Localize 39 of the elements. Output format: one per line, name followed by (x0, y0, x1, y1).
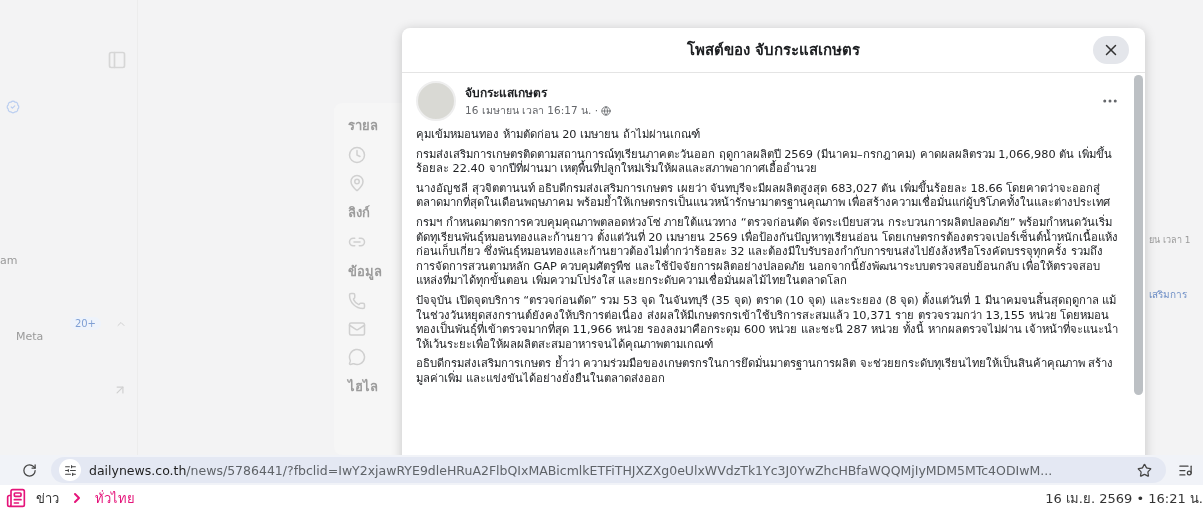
breadcrumb-link[interactable]: ทั่วไทย (95, 487, 135, 509)
sidebar-text: am (0, 254, 19, 267)
panel-icon (107, 50, 127, 70)
bookmark-star-icon[interactable] (1137, 462, 1152, 478)
post-paragraph: กรมส่งเสริมการเกษตรติดตามสถานการณ์ทุเรียนภาคตะวันออก ฤดูกาลผลิตปี 2569 (มีนาคม–กรกฎาคม) คาดผลผลิตรวม 1,066,980 ตัน เพิ่มขึ้นร้อยละ 22.40 จากปีที่ผ่านมา เหตุพื้นที่ปลูกใหม่เริ่มให้ผลและสภาพอากาศเอื้ออำนวย (416, 147, 1113, 177)
post-time: ยน เวลา 1 (1149, 234, 1192, 247)
chat-icon (348, 348, 366, 366)
post-paragraph: กรมฯ กำหนดมาตรการควบคุมคุณภาพตลอดห่วงโซ่ ภายใต้แนวทาง “ตรวจก่อนตัด จัดระเบียบสวน กระบวนการผลิตปลอดภัย” พร้อมกำหนดวันเริ่มตัดทุเรียนพันธุ์หมอนทองและก้านยาว ตั้งแต่วันที่ 20 เมษายน 2569 เพื่อป้องกันปัญหาทุเรียนอ่อน โดยเกษตรกรต้องตรวจเปอร์เซ็นต์น้ำหนักเนื้อแห้งก่อนเก็บเกี่ยว ซึ่งพันธุ์หมอนทองและก้านยาวต้องไม่ต่ำกว่าร้อยละ 32 และต้องมีใบรับรองกำกับการขนส่งไปยังล้งหรือโรงคัดบรรจุทุกครั้ง รวมถึงการจัดการสวนตามหลัก GAP ควบคุมศัตรูพืช และใช้ปัจจัยการผลิตอย่างปลอดภัย นอกจากนี้ยังพัฒนาระบบตรวจสอบย้อนกลับ เพื่อให้ตรวจสอบแหล่งที่มาได้ทุกขั้นตอน เพิ่มความโปร่งใส และยกระดับความเชื่อมั่นผลไม้ไทยในตลาดโลก (416, 215, 1119, 289)
url-text: dailynews.co.th/news/5786441/?fbclid=IwY2xjawRYE9dleHRuA2FlbQIxMABicmlkETFiTHJXZXg0eUlxWVdzTk1Yc3J0YwZhcHBfaWQQMjIyMDM5MTc4ODIwM... (89, 462, 1054, 478)
pin-icon (348, 174, 366, 192)
count-badge: 20+ (69, 317, 101, 330)
site-settings-button[interactable] (59, 459, 81, 481)
mail-icon (348, 320, 366, 338)
sliders-icon (63, 463, 77, 477)
section-title: ไฮไล (348, 378, 379, 396)
section-title: ข้อมูล (348, 263, 383, 282)
list-icon[interactable] (1178, 462, 1193, 478)
breadcrumb-link[interactable]: ข่าว (36, 487, 59, 509)
post-paragraph: อธิบดีกรมส่งเสริมการเกษตร ย้ำว่า ความร่วมมือของเกษตรกรในการยึดมั่นมาตรฐานการผลิต จะช่วยยกระดับทุเรียนไทยให้เป็นสินค้าคุณภาพ สร้างมูลค่าเพิ่ม และแข่งขันได้อย่างยั่งยืนในตลาดส่งออก (416, 357, 1115, 387)
publish-date: 16 เม.ย. 2569 • 16:21 น. (1045, 489, 1203, 508)
phone-icon (348, 292, 366, 310)
post-paragraph: นางอัญชลี สุวจิตตานนท์ อธิบดีกรมส่งเสริมการเกษตร เผยว่า จันทบุรีจะมีผลผลิตสูงสุด 683,027 ตัน เพิ่มขึ้นร้อยละ 18.66 โดยคาดว่าจะออกสู่ตลาดมากที่สุดในเดือนพฤษภาคม พร้อมย้ำให้เกษตรกรเป็นแนวหน้ารักษามาตรฐานคุณภาพ เพื่อสร้างความเชื่อมั่นแก่ผู้บริโภคทั้งในและต่างประเทศ (416, 181, 1112, 211)
close-button[interactable] (1093, 36, 1129, 64)
section-title: ลิงก์ (348, 204, 371, 222)
address-bar[interactable]: dailynews.co.th/news/5786441/?fbclid=IwY2xjawRYE9dleHRuA2FlbQIxMABicmlkETFiTHJXZXg0eUlxWVdzTk1Yc3J0YwZhcHBfaWQQMjIyMDM5MTc4ODIwM... (51, 457, 1166, 483)
post-text: เสริมการ (1149, 288, 1188, 302)
news-icon (6, 488, 26, 508)
clock-icon (348, 146, 366, 164)
dialog-title: โพสต์ของ จับกระแสเกษตร (686, 40, 861, 61)
globe-icon (601, 105, 611, 116)
section-title: รายล (348, 117, 379, 135)
sidebar-text: Meta (16, 330, 45, 343)
post-paragraph: ปัจจุบัน เปิดจุดบริการ “ตรวจก่อนตัด” รวม 53 จุด ในจันทบุรี (35 จุด) ตราด (10 จุด) และระยอง (8 จุด) ตั้งแต่วันที่ 1 มีนาคมจนสิ้นสุดฤดูกาล แม้ในช่วงวันหยุดสงกรานต์ยังคงให้บริการต่อเนื่อง ส่งผลให้มีเกษตรกรเข้าใช้บริการสะสมแล้ว 10,371 ราย ตรวจรวมกว่า 13,155 หน่วย โดยหมอนทองเป็นพันธุ์ที่เข้าตรวจมากที่สุด 11,966 หน่วย รองลงมาคือกระดุม 600 หน่วย และชะนี 287 หน่วย ทั้งนี้ หากผลตรวจไม่ผ่าน เจ้าหน้าที่จะแนะนำให้เว้นระยะเพื่อให้ผลผลิตสะสมอาหารจนได้คุณภาพตามเกณฑ์ (416, 293, 1119, 353)
post-paragraph: คุมเข้มหมอนทอง ห้ามตัดก่อน 20 เมษายน ถ้าไม่ผ่านเกณฑ์ (416, 128, 701, 143)
reload-icon (22, 462, 37, 478)
author-name[interactable]: จับกระแสเกษตร (465, 83, 1092, 102)
verified-icon (6, 100, 20, 114)
post-time[interactable]: 16 เมษายน เวลา 16:17 น. · (465, 102, 598, 119)
scrollbar-thumb[interactable] (1133, 75, 1143, 395)
